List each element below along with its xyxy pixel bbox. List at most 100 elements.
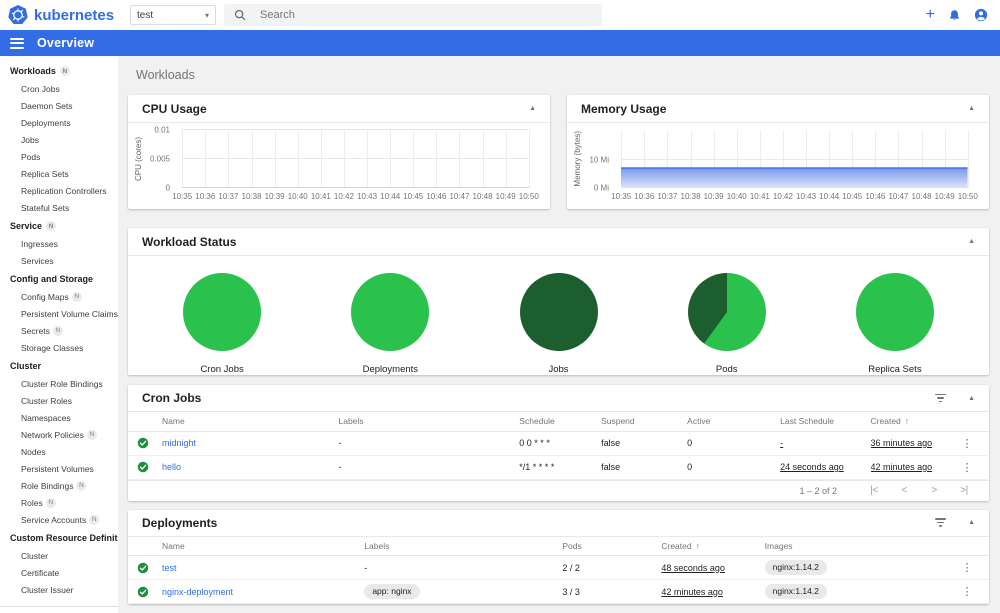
column-header-active[interactable]: Active (687, 412, 781, 432)
user-menu-button[interactable] (974, 8, 988, 22)
column-header-pods[interactable]: Pods (562, 536, 662, 556)
sidebar-item-network-policies[interactable]: Network Policies N (0, 426, 118, 443)
sidebar-item-cluster[interactable]: Cluster (0, 547, 118, 564)
column-header-created[interactable]: Created ↑ (870, 412, 949, 432)
column-header-labels[interactable]: Labels (338, 412, 520, 432)
sidebar-item-label: Replica Sets (21, 168, 69, 179)
sidebar-item-namespaces[interactable]: Namespaces (0, 409, 118, 426)
sidebar-item-replica-sets[interactable]: Replica Sets (0, 165, 118, 182)
row-menu-button[interactable]: ⋮ (949, 585, 985, 598)
collapse-card-icon[interactable]: ▲ (529, 105, 536, 112)
last-page-button[interactable]: >| (949, 485, 979, 496)
row-menu-button[interactable]: ⋮ (949, 561, 985, 574)
resource-link[interactable]: test (162, 563, 177, 573)
search-bar[interactable] (224, 4, 602, 26)
sidebar-item-cron-jobs[interactable]: Cron Jobs (0, 80, 118, 97)
column-header-name[interactable]: Name (162, 412, 339, 432)
sidebar-item-cluster-issuer[interactable]: Cluster Issuer (0, 581, 118, 598)
kubernetes-logo[interactable]: kubernetes (8, 5, 124, 25)
sidebar-item-ingresses[interactable]: Ingresses (0, 235, 118, 252)
sidebar-section-cluster[interactable]: Cluster (0, 356, 118, 375)
x-tick-label: 10:36 (195, 192, 216, 201)
column-header-label: Suspend (601, 416, 635, 427)
workload-status-pies: Cron Jobs Deployments Jobs Pods Replica Sets (128, 256, 989, 375)
collapse-card-icon[interactable]: ▲ (968, 105, 975, 112)
namespaced-badge: N (59, 66, 70, 76)
first-page-button[interactable]: |< (859, 485, 889, 496)
resource-link[interactable]: nginx-deployment (162, 587, 233, 597)
column-header-images[interactable]: Images (764, 536, 949, 556)
pie-chart[interactable] (855, 273, 934, 351)
collapse-card-icon[interactable]: ▲ (968, 395, 975, 402)
sidebar-item-pods[interactable]: Pods (0, 148, 118, 165)
sidebar-item-storage-classes[interactable]: Storage Classes (0, 339, 118, 356)
sidebar-item-cluster-role-bindings[interactable]: Cluster Role Bindings (0, 375, 118, 392)
column-header-name[interactable]: Name (162, 536, 365, 556)
namespaced-badge: N (46, 221, 57, 231)
sidebar-item-deployments[interactable]: Deployments (0, 114, 118, 131)
sidebar-item-cluster-roles[interactable]: Cluster Roles (0, 392, 118, 409)
cell-text: 0 (687, 462, 693, 472)
main-content: Workloads CPU Usage ▲ CPU (cores) 0 0.005 0… (118, 56, 1000, 613)
sidebar-section-custom-resource-definitions[interactable]: Custom Resource Definitions (0, 528, 118, 547)
x-tick-label: 10:50 (957, 192, 978, 201)
sidebar-item-daemon-sets[interactable]: Daemon Sets (0, 97, 118, 114)
sidebar-item-label: Pods (21, 151, 41, 162)
row-menu-button[interactable]: ⋮ (949, 461, 985, 474)
notifications-button[interactable] (948, 9, 961, 22)
column-header-labels[interactable]: Labels (364, 536, 563, 556)
sidebar-item-service-accounts[interactable]: Service Accounts N (0, 511, 118, 528)
sidebar-item-config-maps[interactable]: Config Maps N (0, 288, 118, 305)
pie-chart[interactable] (519, 273, 598, 351)
namespaced-badge: N (45, 497, 56, 508)
sidebar-item-role-bindings[interactable]: Role Bindings N (0, 477, 118, 494)
sidebar-item-certificate[interactable]: Certificate (0, 564, 118, 581)
column-header-last-schedule[interactable]: Last Schedule (780, 412, 871, 432)
table-header-row: Name Labels Pods Created ↑ Images (128, 536, 989, 556)
create-resource-button[interactable]: + (926, 7, 935, 23)
data-table: Name Labels Schedule Suspend Active Last Sche… (128, 412, 989, 480)
sidebar-item-jobs[interactable]: Jobs (0, 131, 118, 148)
toolbar-title: Overview (37, 36, 95, 50)
menu-icon[interactable] (10, 37, 24, 49)
y-tick-label: 0.01 (154, 125, 170, 135)
cell-text: */1 * * * * (519, 462, 555, 472)
cpu-usage-card: CPU Usage ▲ CPU (cores) 0 0.005 0.01 10:35 10… (128, 95, 550, 209)
pie-chart[interactable] (183, 273, 262, 351)
sidebar-item-stateful-sets[interactable]: Stateful Sets (0, 199, 118, 216)
sidebar-section-config-and-storage[interactable]: Config and Storage (0, 269, 118, 288)
column-header-suspend[interactable]: Suspend (601, 412, 688, 432)
namespace-selector[interactable]: test ▾ (130, 5, 216, 25)
relative-time: 42 minutes ago (870, 462, 933, 472)
filter-icon[interactable] (933, 392, 948, 405)
column-header-created[interactable]: Created ↑ (661, 536, 765, 556)
search-input[interactable] (258, 8, 592, 22)
sidebar-section-service[interactable]: Service N (0, 216, 118, 235)
row-menu-button[interactable]: ⋮ (949, 437, 985, 450)
check-circle-icon (137, 586, 149, 597)
next-page-button[interactable]: > (919, 485, 949, 496)
y-axis-ticks: 0 0.005 0.01 (145, 126, 175, 193)
sidebar-section-workloads[interactable]: Workloads N (0, 61, 118, 80)
filter-icon[interactable] (933, 516, 948, 529)
resource-link[interactable]: midnight (162, 438, 196, 448)
sidebar-item-secrets[interactable]: Secrets N (0, 322, 118, 339)
memory-usage-chart: Memory (bytes) 0 Mi 10 Mi 10:35 10:36 10:37 10… (567, 123, 989, 204)
bell-icon (950, 9, 959, 20)
sidebar-item-persistent-volumes[interactable]: Persistent Volumes (0, 460, 118, 477)
sidebar-item-services[interactable]: Services (0, 252, 118, 269)
sidebar-item-replication-controllers[interactable]: Replication Controllers (0, 182, 118, 199)
sidebar-item-roles[interactable]: Roles N (0, 494, 118, 511)
deployments-card: Deployments ▲ Name Labels Pods Created ↑ Imag… (128, 509, 989, 604)
pie-chart[interactable] (687, 273, 766, 351)
pie-chart[interactable] (351, 273, 430, 351)
sidebar-item-nodes[interactable]: Nodes (0, 443, 118, 460)
previous-page-button[interactable]: < (889, 485, 919, 496)
column-header-schedule[interactable]: Schedule (519, 412, 602, 432)
collapse-card-icon[interactable]: ▲ (968, 519, 975, 526)
collapse-card-icon[interactable]: ▲ (968, 238, 975, 245)
y-tick-label: 0.005 (149, 154, 170, 164)
sidebar-item-persistent-volume-claims[interactable]: Persistent Volume ClaimsN (0, 305, 118, 322)
workload-status-card: Workload Status ▲ Cron Jobs Deployments Jo… (128, 228, 989, 375)
resource-link[interactable]: hello (162, 462, 181, 472)
